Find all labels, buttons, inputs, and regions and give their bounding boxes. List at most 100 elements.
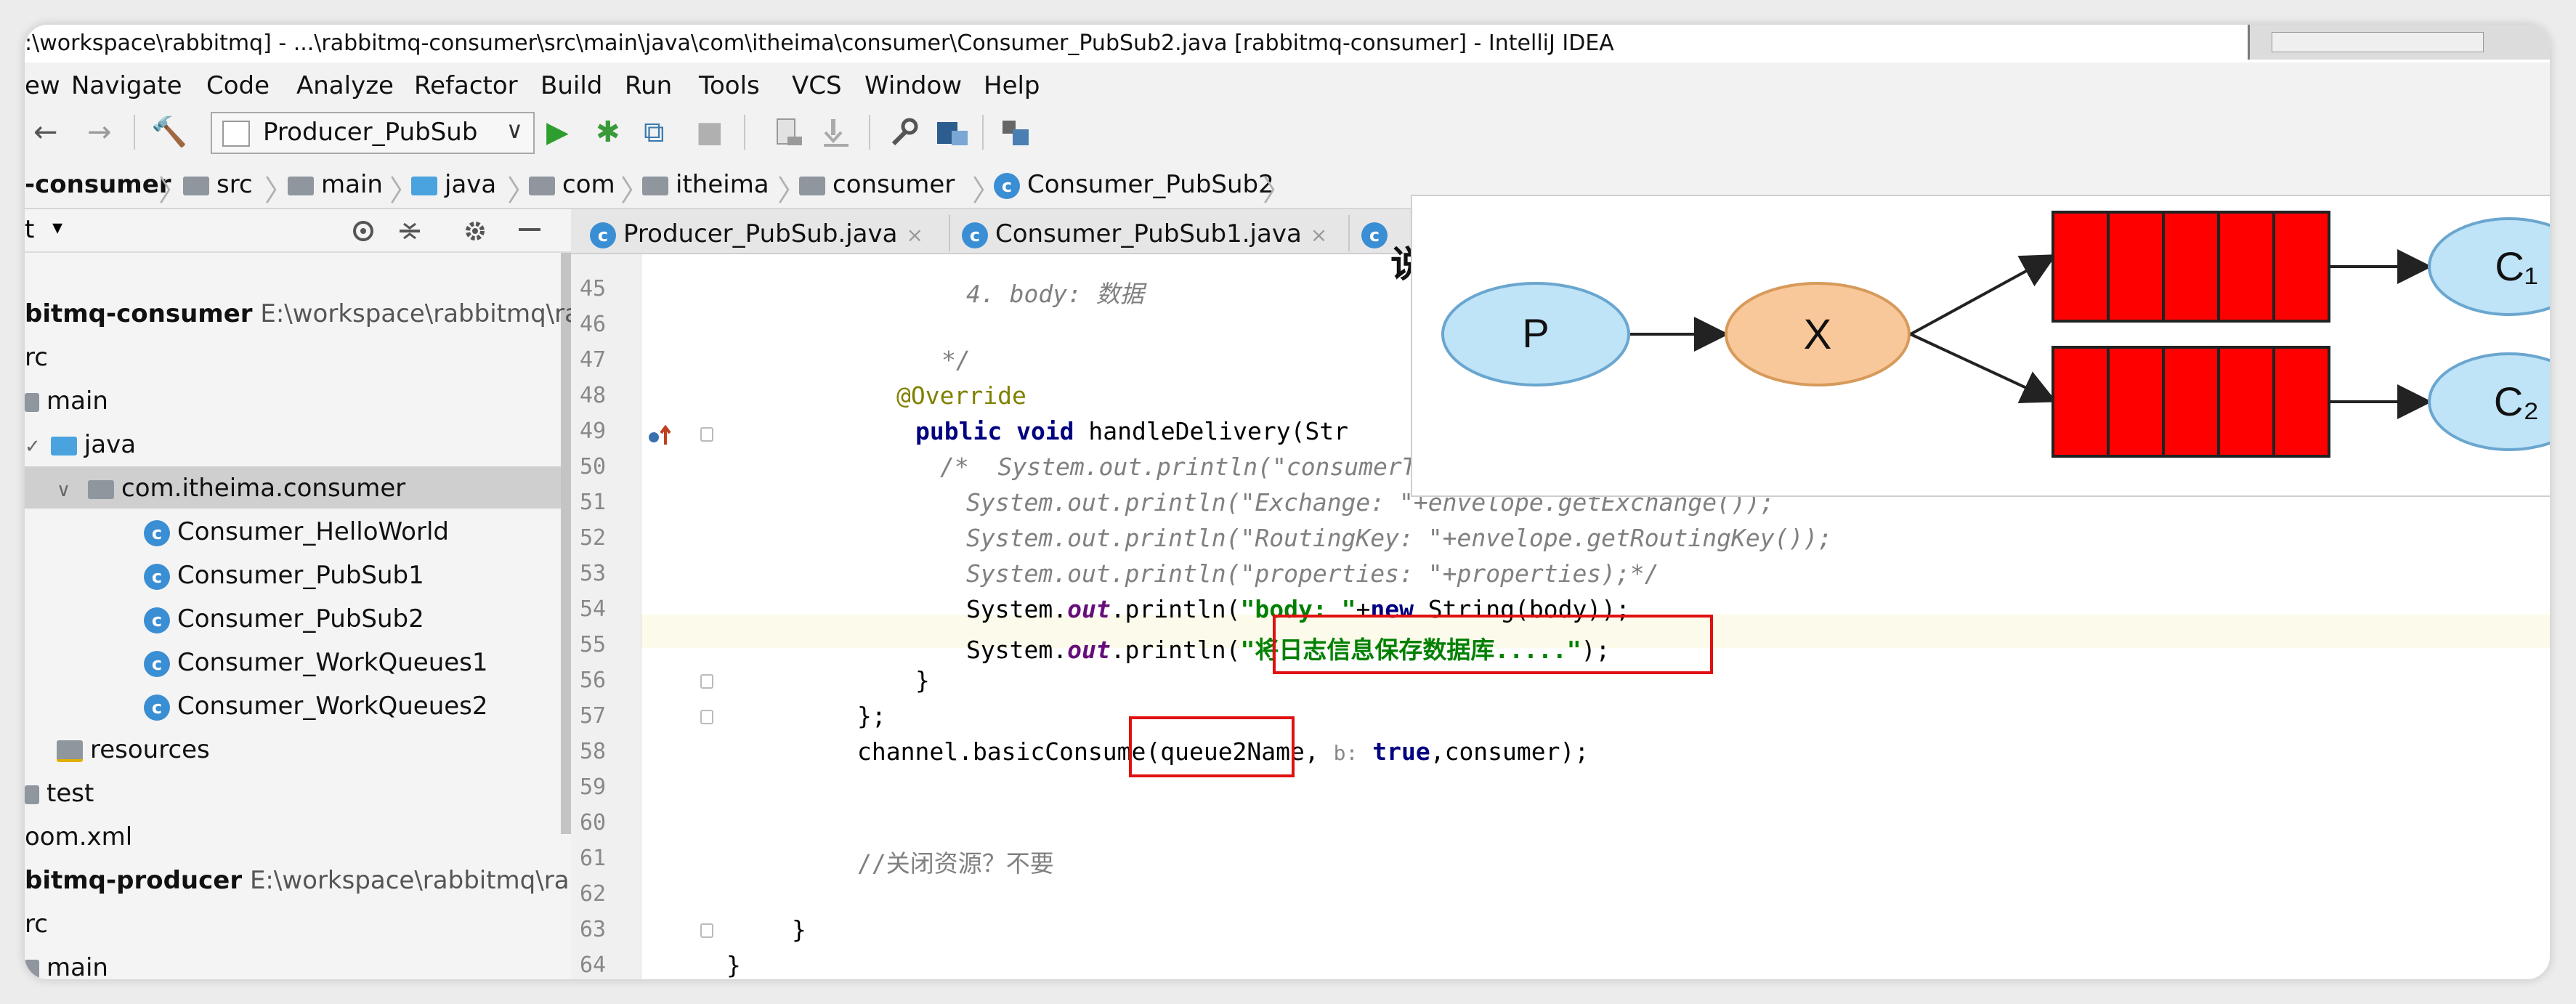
wrench-icon[interactable]: [888, 116, 921, 150]
breadcrumb-src[interactable]: src: [183, 170, 253, 199]
code-line-52: System.out.println("RoutingKey: "+envelo…: [966, 524, 1833, 552]
pubsub-diagram: P X C₁ C₂: [1411, 195, 2550, 497]
tree-item-module[interactable]: bitmq-consumer E:\workspace\rabbitmq\rab: [25, 299, 596, 328]
project-structure-icon[interactable]: [934, 116, 971, 150]
line-number: 57: [580, 703, 607, 729]
back-icon[interactable]: ←: [33, 112, 58, 153]
title-scrollbar-thumb[interactable]: [2272, 32, 2484, 52]
tree-item-package[interactable]: ∨ com.itheima.consumer: [57, 474, 405, 503]
code-line-56: }: [915, 666, 930, 695]
breadcrumb-consumer[interactable]: consumer: [799, 170, 955, 199]
menu-build[interactable]: Build: [540, 71, 602, 100]
override-marker-icon[interactable]: [647, 423, 676, 449]
collapse-all-icon[interactable]: [395, 216, 424, 246]
breadcrumb-module[interactable]: -consumer: [25, 170, 171, 199]
code-field: out: [1067, 595, 1111, 623]
code-line-49: public void handleDelivery(Str: [915, 417, 1348, 445]
tree-item-src[interactable]: rc: [25, 343, 48, 372]
menu-vcs[interactable]: VCS: [792, 71, 842, 100]
breadcrumb-java[interactable]: java: [411, 170, 496, 199]
close-icon[interactable]: ×: [1311, 223, 1327, 247]
tree-item-main[interactable]: main: [25, 953, 108, 979]
menu-window[interactable]: Window: [864, 71, 962, 100]
menu-tools[interactable]: Tools: [699, 71, 760, 100]
pubsub-diagram-svg: P X C₁ C₂: [1441, 211, 2550, 458]
line-number: 45: [580, 276, 607, 301]
fold-marker-icon[interactable]: [700, 710, 713, 724]
arrow-x-to-queue2: [1910, 333, 2057, 403]
breadcrumb-label: itheima: [676, 170, 769, 199]
tree-item-class[interactable]: c Consumer_WorkQueues1: [144, 648, 488, 677]
code-text: .println(: [1110, 595, 1241, 623]
package-icon: [88, 479, 115, 499]
folder-icon: [642, 176, 668, 195]
consumer2-label: C₂: [2494, 378, 2539, 424]
project-view-selector[interactable]: t: [25, 215, 34, 244]
sdk-icon[interactable]: [1000, 116, 1033, 150]
code-text: handleDelivery(Str: [1074, 417, 1349, 445]
run-config-icon: [222, 121, 250, 147]
tab-consumer-pubsub1[interactable]: c Consumer_PubSub1.java ×: [962, 215, 1327, 253]
project-scrollbar[interactable]: [561, 253, 571, 834]
chevron-down-icon[interactable]: ▾: [52, 215, 62, 239]
class-icon: c: [144, 607, 170, 633]
title-bar: :\workspace\rabbitmq] - ...\rabbitmq-con…: [25, 25, 2550, 62]
breadcrumb-itheima[interactable]: itheima: [642, 170, 769, 199]
close-icon[interactable]: ×: [906, 223, 923, 247]
menu-help[interactable]: Help: [984, 71, 1040, 100]
minimize-icon[interactable]: [519, 228, 540, 231]
menu-refactor[interactable]: Refactor: [414, 71, 518, 100]
tree-label: Consumer_PubSub2: [177, 604, 424, 633]
breadcrumb-com[interactable]: com: [529, 170, 615, 199]
tree-item-class[interactable]: c Consumer_PubSub1: [144, 561, 424, 590]
tree-item-class[interactable]: c Consumer_WorkQueues2: [144, 692, 488, 721]
chevron-down-icon: ∨: [506, 116, 523, 144]
tree-item-class[interactable]: c Consumer_HelloWorld: [144, 517, 449, 546]
fold-marker-icon[interactable]: [700, 923, 713, 938]
code-keyword: public void: [915, 417, 1074, 445]
run-icon[interactable]: ▶: [546, 112, 569, 153]
coverage-icon[interactable]: ⧉: [644, 112, 665, 153]
breadcrumb-class[interactable]: c Consumer_PubSub2: [994, 170, 1274, 199]
tab-divider: [949, 215, 950, 251]
menu-view[interactable]: ew: [25, 71, 60, 100]
fold-marker-icon[interactable]: [700, 427, 713, 442]
breadcrumb-main[interactable]: main: [288, 170, 383, 199]
title-scrollbar[interactable]: [2248, 25, 2550, 60]
attach-icon[interactable]: [773, 116, 806, 150]
gear-icon[interactable]: [461, 216, 490, 246]
debug-icon[interactable]: ✱: [596, 112, 620, 153]
forward-icon[interactable]: →: [87, 112, 112, 153]
locate-icon[interactable]: [349, 216, 378, 246]
line-number: 60: [580, 810, 607, 835]
queue-2: [2052, 346, 2330, 458]
line-number: 47: [580, 347, 607, 373]
tree-item-test[interactable]: test: [25, 779, 94, 808]
menu-code[interactable]: Code: [206, 71, 270, 100]
build-icon[interactable]: 🔨: [151, 112, 187, 153]
code-field: out: [1067, 636, 1111, 664]
line-number: 59: [580, 774, 607, 800]
menu-navigate[interactable]: Navigate: [71, 71, 182, 100]
toolbar-separator: [134, 115, 135, 150]
module-name: bitmq-consumer: [25, 299, 253, 328]
menu-bar: [25, 62, 2550, 105]
module-name: bitmq-producer: [25, 866, 243, 895]
tree-item-main[interactable]: main: [25, 386, 108, 416]
tree-item-src[interactable]: rc: [25, 910, 48, 939]
menu-run[interactable]: Run: [625, 71, 672, 100]
run-configuration-select[interactable]: Producer_PubSub ∨: [211, 112, 535, 154]
tree-item-resources[interactable]: resources: [57, 735, 210, 764]
fold-marker-icon[interactable]: [700, 674, 713, 689]
tab-producer-pubsub[interactable]: c Producer_PubSub.java ×: [590, 215, 923, 253]
tree-item-class[interactable]: c Consumer_PubSub2: [144, 604, 424, 633]
tree-item-pom[interactable]: oom.xml: [25, 822, 132, 851]
folder-icon: [25, 959, 39, 979]
tab-label: Producer_PubSub.java: [623, 219, 898, 248]
stop-icon[interactable]: ■: [696, 112, 724, 153]
menu-analyze[interactable]: Analyze: [296, 71, 394, 100]
arrow-x-to-queue1: [1910, 254, 2057, 336]
tree-item-java[interactable]: ✓ java: [25, 430, 136, 459]
tree-item-module[interactable]: bitmq-producer E:\workspace\rabbitmq\rab…: [25, 866, 601, 895]
download-icon[interactable]: [821, 116, 854, 150]
